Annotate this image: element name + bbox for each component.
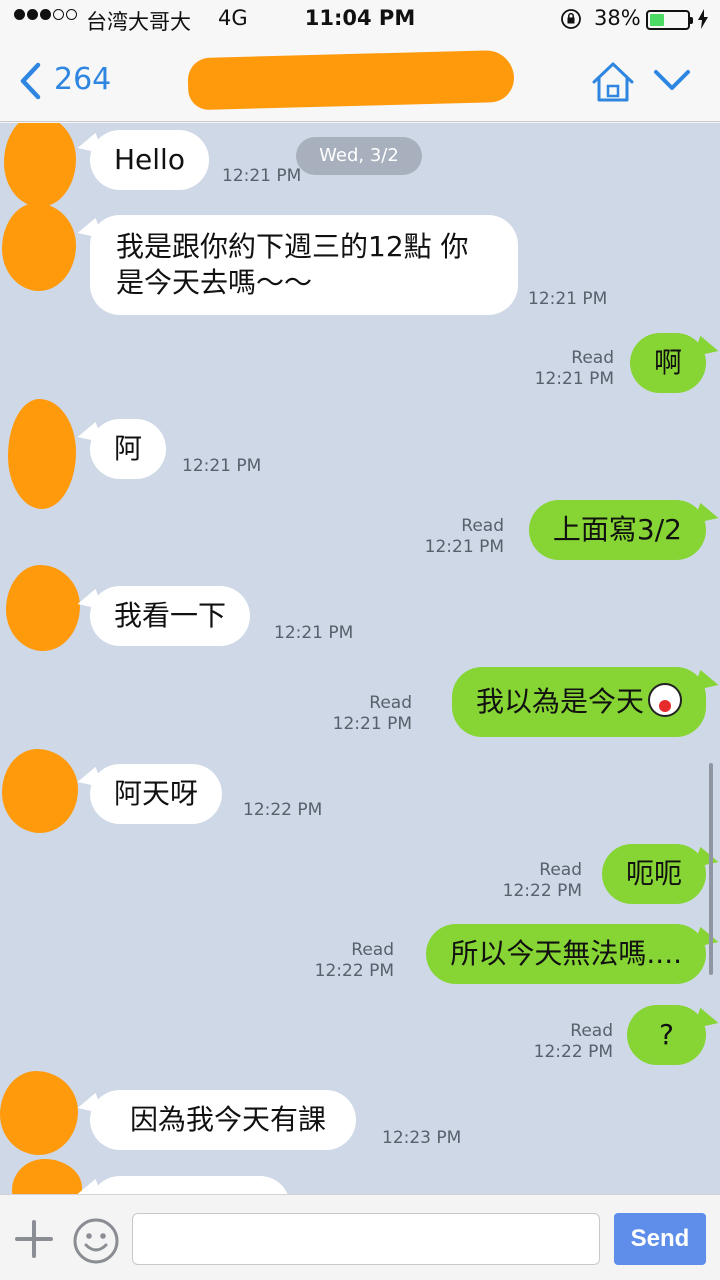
plus-icon[interactable]: [14, 1219, 54, 1259]
incoming-message-bubble[interactable]: 因為我今天有課: [90, 1090, 357, 1150]
scrollbar[interactable]: [709, 763, 713, 975]
message-time: 12:21 PM: [274, 623, 354, 643]
avatar[interactable]: [0, 1071, 78, 1155]
read-receipt: Read 12:21 PM: [424, 516, 504, 557]
send-button[interactable]: Send: [614, 1213, 706, 1265]
outgoing-message-bubble[interactable]: 我以為是今天: [451, 667, 706, 737]
message-text: 我以為是今天: [475, 685, 644, 718]
redacted-contact-name: [187, 49, 515, 111]
rotation-lock-icon: [561, 9, 581, 29]
incoming-message-bubble[interactable]: [90, 1176, 290, 1194]
avatar[interactable]: [2, 203, 76, 291]
incoming-message-bubble[interactable]: 阿: [90, 419, 167, 479]
laughing-face-icon: [648, 683, 682, 717]
read-receipt: Read 12:22 PM: [314, 940, 394, 981]
incoming-message-bubble[interactable]: 阿天呀: [90, 764, 223, 824]
outgoing-message-bubble[interactable]: 所以今天無法嗎....: [426, 924, 706, 984]
message-input[interactable]: [132, 1213, 600, 1265]
read-receipt: Read 12:22 PM: [533, 1021, 613, 1062]
avatar[interactable]: [8, 399, 76, 509]
avatar[interactable]: [2, 749, 78, 833]
battery-percent: 38%: [594, 6, 641, 30]
status-bar: 台湾大哥大 4G 11:04 PM 38%: [0, 0, 720, 40]
chevron-down-icon[interactable]: [652, 66, 692, 94]
incoming-message-bubble[interactable]: 我是跟你約下週三的12點 你是今天去嗎～～: [90, 215, 518, 315]
date-separator: Wed, 3/2: [296, 137, 422, 175]
message-time: 12:21 PM: [182, 456, 262, 476]
charging-bolt-icon: [698, 9, 708, 29]
message-time: 12:21 PM: [222, 166, 302, 186]
outgoing-message-bubble[interactable]: ?: [627, 1005, 706, 1065]
home-icon[interactable]: [590, 60, 636, 104]
composer-bar: Send: [0, 1194, 720, 1280]
avatar[interactable]: [6, 565, 80, 651]
read-receipt: Read 12:21 PM: [534, 348, 614, 389]
smiley-icon[interactable]: [72, 1217, 120, 1265]
battery-icon: [646, 10, 693, 30]
incoming-message-bubble[interactable]: Hello: [90, 130, 209, 190]
outgoing-message-bubble[interactable]: 啊: [629, 333, 706, 393]
avatar[interactable]: [4, 123, 76, 207]
back-unread-count[interactable]: 264: [54, 62, 111, 97]
message-time: 12:21 PM: [528, 289, 608, 309]
read-receipt: Read 12:22 PM: [502, 860, 582, 901]
chat-header: 264: [0, 40, 720, 122]
message-time: 12:22 PM: [243, 800, 323, 820]
chevron-left-icon[interactable]: [18, 62, 44, 100]
incoming-message-bubble[interactable]: 我看一下: [90, 586, 251, 646]
message-time: 12:23 PM: [382, 1128, 462, 1148]
outgoing-message-bubble[interactable]: 上面寫3/2: [528, 500, 706, 560]
avatar[interactable]: [12, 1159, 82, 1194]
message-list[interactable]: Wed, 3/2 Hello 12:21 PM 我是跟你約下週三的12點 你是今…: [0, 123, 720, 1194]
read-receipt: Read 12:21 PM: [332, 693, 412, 734]
outgoing-message-bubble[interactable]: 呃呃: [601, 844, 706, 904]
